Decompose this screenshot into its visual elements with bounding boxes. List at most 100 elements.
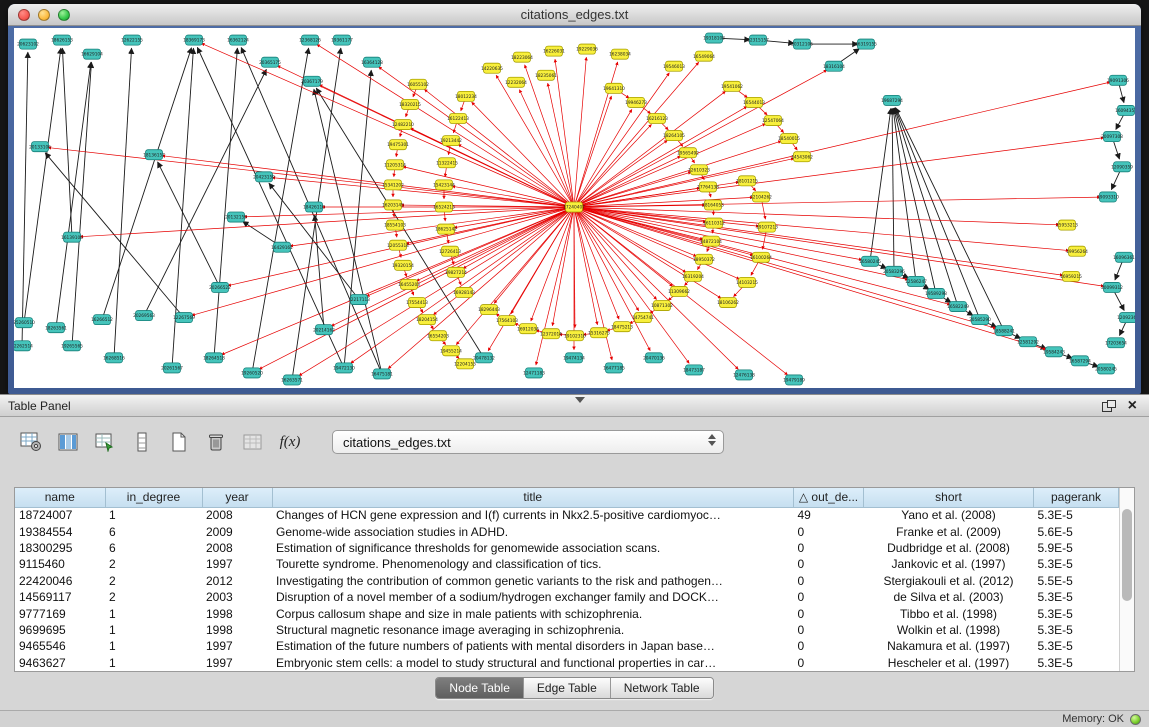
graph-node[interactable]: 20585290 [969,315,991,325]
graph-node[interactable]: 16238034 [609,49,631,59]
table-cell[interactable]: 18724007 [15,507,105,523]
column-header-year[interactable]: year [202,488,272,507]
table-cell[interactable]: 2012 [202,573,272,589]
single-column-icon[interactable] [129,429,155,455]
graph-node[interactable]: 20367179 [301,76,323,86]
table-cell[interactable]: 6 [105,540,202,556]
table-cell[interactable]: Nakamura et al. (1997) [864,638,1034,654]
table-cell[interactable]: 1998 [202,622,272,638]
graph-node[interactable]: 16110312 [703,218,725,228]
show-columns-icon[interactable] [55,429,81,455]
graph-node[interactable]: 20266522 [209,282,231,292]
graph-node[interactable]: 20623102 [17,39,39,49]
table-cell[interactable]: Tibbo et al. (1998) [864,605,1034,621]
graph-node[interactable]: 19687294 [881,95,903,105]
network-select[interactable]: citations_edges.txt [332,430,724,454]
graph-node[interactable]: 14754741 [632,313,654,323]
graph-node[interactable]: 18554103 [384,220,406,230]
graph-node[interactable]: 16959215 [1060,271,1082,281]
table-cell[interactable]: 2003 [202,589,272,605]
graph-node[interactable]: 20261567 [161,363,183,373]
table-cell[interactable]: Estimation of significance thresholds fo… [272,540,794,556]
table-cell[interactable]: 1 [105,638,202,654]
table-cell[interactable]: 14569117 [15,589,105,605]
graph-node[interactable]: 20583296 [883,266,905,276]
graph-node[interactable]: 18101215 [736,176,758,186]
table-cell[interactable]: Franke et al. (2009) [864,523,1034,539]
table-cell[interactable]: 22420046 [15,573,105,589]
table-cell[interactable]: Hescheler et al. (1997) [864,655,1034,671]
graph-node[interactable]: 18475213 [611,322,633,332]
graph-node[interactable]: 16580245 [859,256,881,266]
table-cell[interactable]: Stergiakouli et al. (2012) [864,573,1034,589]
panel-splitter-handle[interactable] [575,397,585,403]
table-cell[interactable]: Jankovic et al. (1997) [864,556,1034,572]
tab-node-table[interactable]: Node Table [436,678,524,698]
table-row[interactable]: 977716911998Corpus callosum shape and si… [15,605,1119,621]
table-cell[interactable]: 1 [105,655,202,671]
graph-node[interactable]: 19265565 [61,341,83,351]
graph-node[interactable]: 19455214 [440,346,462,356]
graph-node[interactable]: 12232064 [505,77,527,87]
graph-node[interactable]: 12104262 [750,192,772,202]
graph-node[interactable]: 19541062 [721,81,743,91]
graph-node[interactable]: 20269563 [133,311,155,321]
table-cell[interactable]: 0 [794,573,864,589]
graph-node[interactable]: 12610323 [688,165,710,175]
graph-node[interactable]: 16319204 [682,271,704,281]
graph-node[interactable]: 20132159 [225,212,247,222]
graph-node[interactable]: 19093310 [1097,192,1119,202]
graph-node[interactable]: 19956264 [1066,246,1088,256]
table-cell[interactable]: 5.3E-5 [1034,507,1119,523]
table-cell[interactable]: 0 [794,655,864,671]
graph-node[interactable]: 16203145 [382,200,404,210]
table-scrollbar[interactable] [1119,488,1134,671]
graph-node[interactable]: 19213442 [440,136,462,146]
table-cell[interactable]: Wolkin et al. (1998) [864,622,1034,638]
table-cell[interactable]: 2 [105,589,202,605]
graph-node[interactable]: 16122413 [447,113,469,123]
graph-node[interactable]: 16544013 [743,97,765,107]
table-cell[interactable]: Estimation of the future numbers of pati… [272,638,794,654]
graph-node[interactable]: 12622155 [121,35,143,45]
table-cell[interactable]: 5.3E-5 [1034,622,1119,638]
graph-node[interactable]: 16100264 [750,252,772,262]
column-header-out_degree[interactable]: △ out_de... [794,488,864,507]
graph-node[interactable]: 12581292 [1017,337,1039,347]
graph-node[interactable]: 16226031 [543,46,565,56]
graph-node[interactable]: 11309662 [668,286,690,296]
table-cell[interactable]: 1997 [202,655,272,671]
close-panel-icon[interactable]: × [1128,398,1137,414]
graph-node[interactable]: 12315157 [747,35,769,45]
tab-edge-table[interactable]: Edge Table [524,678,611,698]
graph-node[interactable]: 18264105 [663,131,685,141]
column-header-short[interactable]: short [864,488,1034,507]
graph-node[interactable]: 16928143 [453,287,475,297]
graph-node[interactable]: 19584243 [1043,347,1065,357]
graph-node[interactable]: 16139108 [61,232,83,242]
graph-node[interactable]: 12217113 [348,294,370,304]
graph-node[interactable]: 18204154 [416,315,438,325]
table-row[interactable]: 969969511998Structural magnetic resonanc… [15,622,1119,638]
graph-node[interactable]: 16524213 [433,202,455,212]
table-cell[interactable]: 1 [105,622,202,638]
graph-node[interactable]: 20478132 [473,353,495,363]
graph-node[interactable]: 19260520 [241,368,263,378]
graph-node[interactable]: 18106262 [717,297,739,307]
graph-node[interactable]: 18012234 [455,91,477,101]
table-cell[interactable]: 1 [105,605,202,621]
graph-node[interactable]: 16455203 [398,279,420,289]
table-row[interactable]: 946362711997Embryonic stem cells: a mode… [15,655,1119,671]
graph-node[interactable]: 20133106 [29,142,51,152]
graph-node[interactable]: 12092363 [1117,313,1135,323]
graph-node[interactable]: 20580245 [1095,364,1117,374]
table-cell[interactable]: 49 [794,507,864,523]
table-cell[interactable]: 0 [794,638,864,654]
table-cell[interactable]: 2008 [202,540,272,556]
table-cell[interactable]: Yano et al. (2008) [864,507,1034,523]
graph-node[interactable]: 20470136 [643,353,665,363]
graph-node[interactable]: 19946273 [625,97,647,107]
select-columns-icon[interactable] [92,429,118,455]
table-cell[interactable]: 0 [794,589,864,605]
table-options-icon[interactable] [18,429,44,455]
